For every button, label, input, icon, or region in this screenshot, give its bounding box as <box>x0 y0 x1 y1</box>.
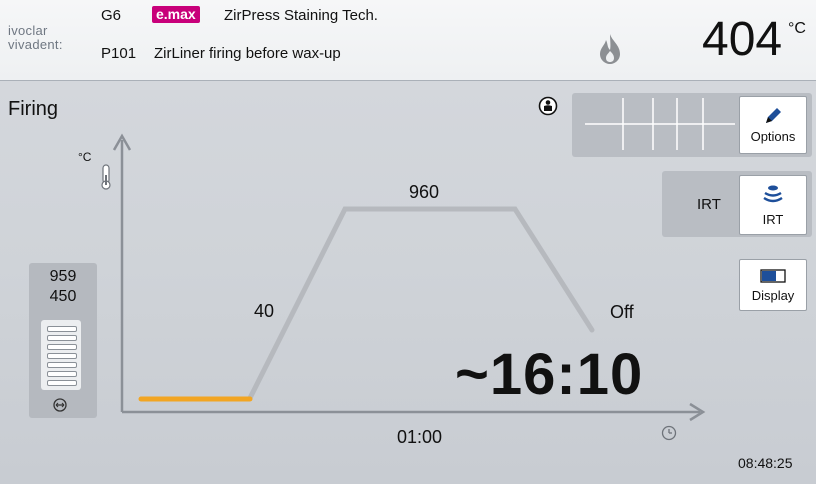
firing-screen: ivoclar vivadent: G6 e.max ZirPress Stai… <box>0 0 816 484</box>
hold-time-label: 01:00 <box>397 427 443 447</box>
cooling-label: Off <box>610 302 634 322</box>
hold-temperature-label: 960 <box>409 182 440 202</box>
remaining-time: ~16:10 <box>455 342 644 407</box>
heat-rate-label: 40 <box>254 301 275 321</box>
firing-curve-chart <box>101 133 706 441</box>
thermometer-icon <box>101 164 111 190</box>
clock-time: 08:48:25 <box>738 455 793 471</box>
y-axis-label: °C <box>78 150 92 164</box>
timer-icon <box>661 425 677 441</box>
